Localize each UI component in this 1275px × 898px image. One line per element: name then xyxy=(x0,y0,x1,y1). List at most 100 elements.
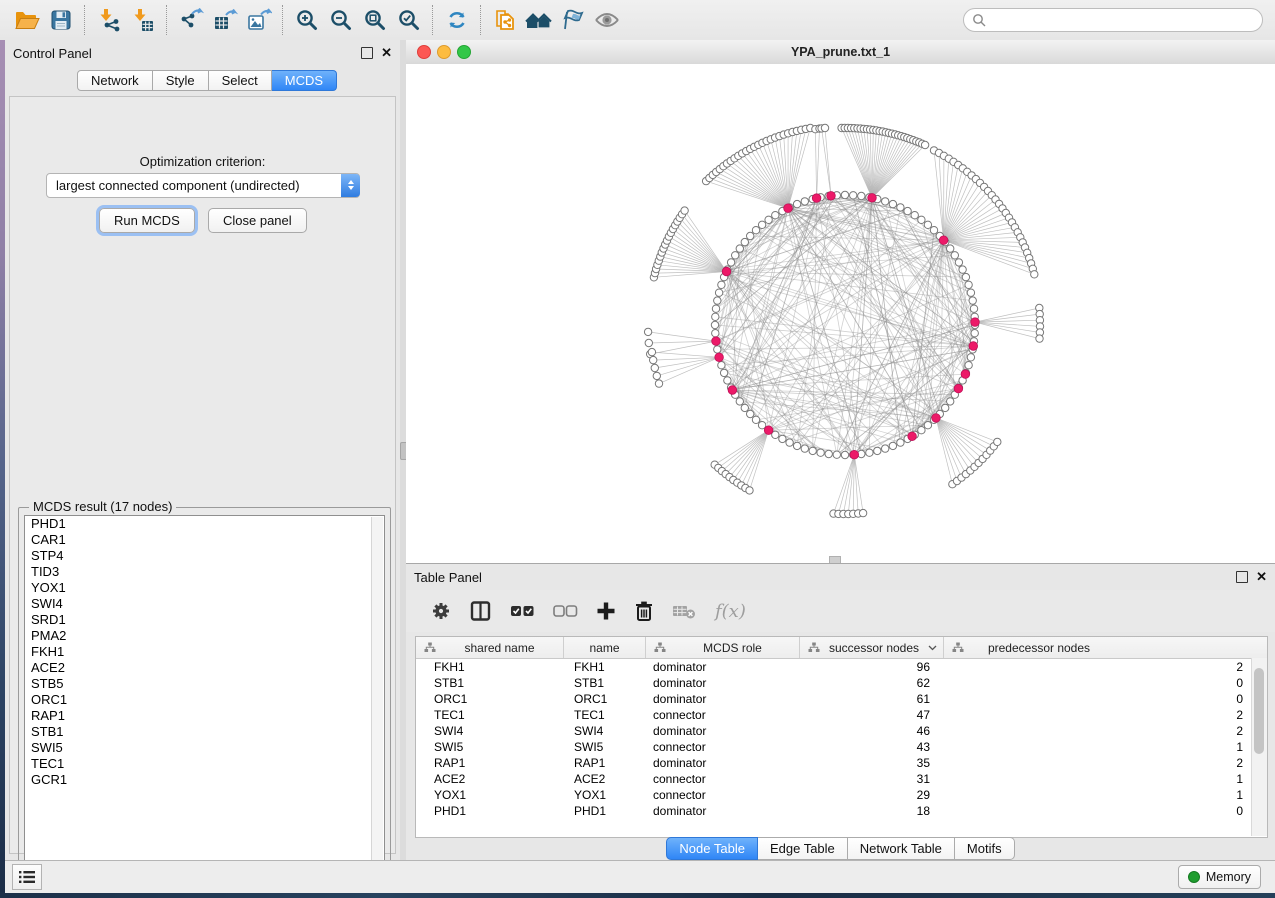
column-header-name[interactable]: name xyxy=(564,637,646,658)
network-hub-node[interactable] xyxy=(827,192,836,201)
network-node[interactable] xyxy=(924,221,931,228)
task-history-button[interactable] xyxy=(12,864,42,890)
export-image-icon[interactable] xyxy=(242,4,276,36)
table-row[interactable]: TEC1TEC1connector472 xyxy=(416,707,1267,723)
float-panel-icon[interactable] xyxy=(361,47,373,59)
memory-button[interactable]: Memory xyxy=(1178,865,1261,889)
delete-table-icon[interactable] xyxy=(672,602,698,620)
table-row[interactable]: STB1STB1dominator620 xyxy=(416,675,1267,691)
network-node[interactable] xyxy=(882,445,889,452)
tab-select[interactable]: Select xyxy=(209,70,272,91)
network-node[interactable] xyxy=(644,328,651,335)
network-node[interactable] xyxy=(947,398,954,405)
network-node[interactable] xyxy=(904,207,911,214)
network-node[interactable] xyxy=(712,305,719,312)
tab-edge-table[interactable]: Edge Table xyxy=(758,837,848,860)
network-canvas[interactable] xyxy=(406,64,1275,563)
network-hub-node[interactable] xyxy=(812,194,821,203)
mcds-result-item[interactable]: FKH1 xyxy=(25,644,384,660)
network-node[interactable] xyxy=(714,297,721,304)
show-graphics-details-icon[interactable] xyxy=(590,4,624,36)
network-node[interactable] xyxy=(747,232,754,239)
network-node[interactable] xyxy=(758,221,765,228)
network-node[interactable] xyxy=(817,449,824,456)
network-node[interactable] xyxy=(741,404,748,411)
network-node[interactable] xyxy=(959,266,966,273)
network-node[interactable] xyxy=(889,200,896,207)
network-node[interactable] xyxy=(911,212,918,219)
zoom-selected-icon[interactable] xyxy=(392,4,426,36)
save-session-icon[interactable] xyxy=(44,4,78,36)
table-row[interactable]: SWI5SWI5connector431 xyxy=(416,739,1267,755)
network-hub-node[interactable] xyxy=(971,318,980,327)
network-node[interactable] xyxy=(653,372,660,379)
network-hub-node[interactable] xyxy=(939,236,948,245)
network-node[interactable] xyxy=(955,259,962,266)
network-node[interactable] xyxy=(732,252,739,259)
hide-graphics-details-icon[interactable] xyxy=(556,4,590,36)
network-node[interactable] xyxy=(841,451,848,458)
table-scrollbar[interactable] xyxy=(1251,658,1267,836)
network-node[interactable] xyxy=(645,339,652,346)
network-node[interactable] xyxy=(821,124,828,131)
network-node[interactable] xyxy=(967,354,974,361)
network-node[interactable] xyxy=(648,348,655,355)
mcds-result-item[interactable]: GCR1 xyxy=(25,772,384,788)
network-node[interactable] xyxy=(965,281,972,288)
deselect-all-icon[interactable] xyxy=(553,603,579,619)
network-node[interactable] xyxy=(809,447,816,454)
mcds-result-item[interactable]: ORC1 xyxy=(25,692,384,708)
network-node[interactable] xyxy=(747,410,754,417)
network-node[interactable] xyxy=(859,509,866,516)
network-node[interactable] xyxy=(994,438,1001,445)
network-node[interactable] xyxy=(850,192,857,199)
network-node[interactable] xyxy=(793,200,800,207)
close-panel-icon[interactable]: ✕ xyxy=(381,48,392,58)
optimization-criterion-select[interactable]: largest connected component (undirected) xyxy=(46,173,360,198)
network-node[interactable] xyxy=(655,380,662,387)
network-hub-node[interactable] xyxy=(764,426,773,435)
network-hub-node[interactable] xyxy=(722,267,731,276)
mcds-result-item[interactable]: CAR1 xyxy=(25,532,384,548)
table-row[interactable]: ACE2ACE2connector311 xyxy=(416,771,1267,787)
mcds-result-item[interactable]: SWI5 xyxy=(25,740,384,756)
mcds-result-item[interactable]: YOX1 xyxy=(25,580,384,596)
network-node[interactable] xyxy=(736,245,743,252)
table-row[interactable]: RAP1RAP1dominator352 xyxy=(416,755,1267,771)
network-hub-node[interactable] xyxy=(784,204,793,213)
mcds-result-item[interactable]: ACE2 xyxy=(25,660,384,676)
tab-motifs[interactable]: Motifs xyxy=(955,837,1015,860)
zoom-fit-icon[interactable] xyxy=(358,4,392,36)
refresh-icon[interactable] xyxy=(440,4,474,36)
network-node[interactable] xyxy=(752,416,759,423)
network-node[interactable] xyxy=(897,439,904,446)
import-network-icon[interactable] xyxy=(92,4,126,36)
mcds-result-item[interactable]: TID3 xyxy=(25,564,384,580)
network-hub-node[interactable] xyxy=(954,384,963,393)
mcds-list-scrollbar[interactable] xyxy=(371,517,383,870)
network-node[interactable] xyxy=(711,321,718,328)
network-node[interactable] xyxy=(889,442,896,449)
network-hub-node[interactable] xyxy=(932,414,941,423)
table-scrollbar-thumb[interactable] xyxy=(1254,668,1264,754)
network-hub-node[interactable] xyxy=(868,194,877,203)
mcds-result-item[interactable]: RAP1 xyxy=(25,708,384,724)
import-table-icon[interactable] xyxy=(126,4,160,36)
tab-network[interactable]: Network xyxy=(77,70,153,91)
network-hub-node[interactable] xyxy=(961,370,970,379)
network-node[interactable] xyxy=(1031,271,1038,278)
column-header-successor-nodes[interactable]: successor nodes xyxy=(800,637,944,658)
network-node[interactable] xyxy=(715,289,722,296)
network-node[interactable] xyxy=(779,435,786,442)
network-node[interactable] xyxy=(918,427,925,434)
network-graph[interactable] xyxy=(406,64,1275,563)
network-node[interactable] xyxy=(712,330,719,337)
network-node[interactable] xyxy=(967,289,974,296)
network-node[interactable] xyxy=(882,198,889,205)
add-column-icon[interactable] xyxy=(596,601,616,621)
table-row[interactable]: SWI4SWI4dominator462 xyxy=(416,723,1267,739)
network-node[interactable] xyxy=(918,216,925,223)
mcds-result-item[interactable]: STB1 xyxy=(25,724,384,740)
tab-node-table[interactable]: Node Table xyxy=(666,837,758,860)
duplicate-network-icon[interactable] xyxy=(488,4,522,36)
